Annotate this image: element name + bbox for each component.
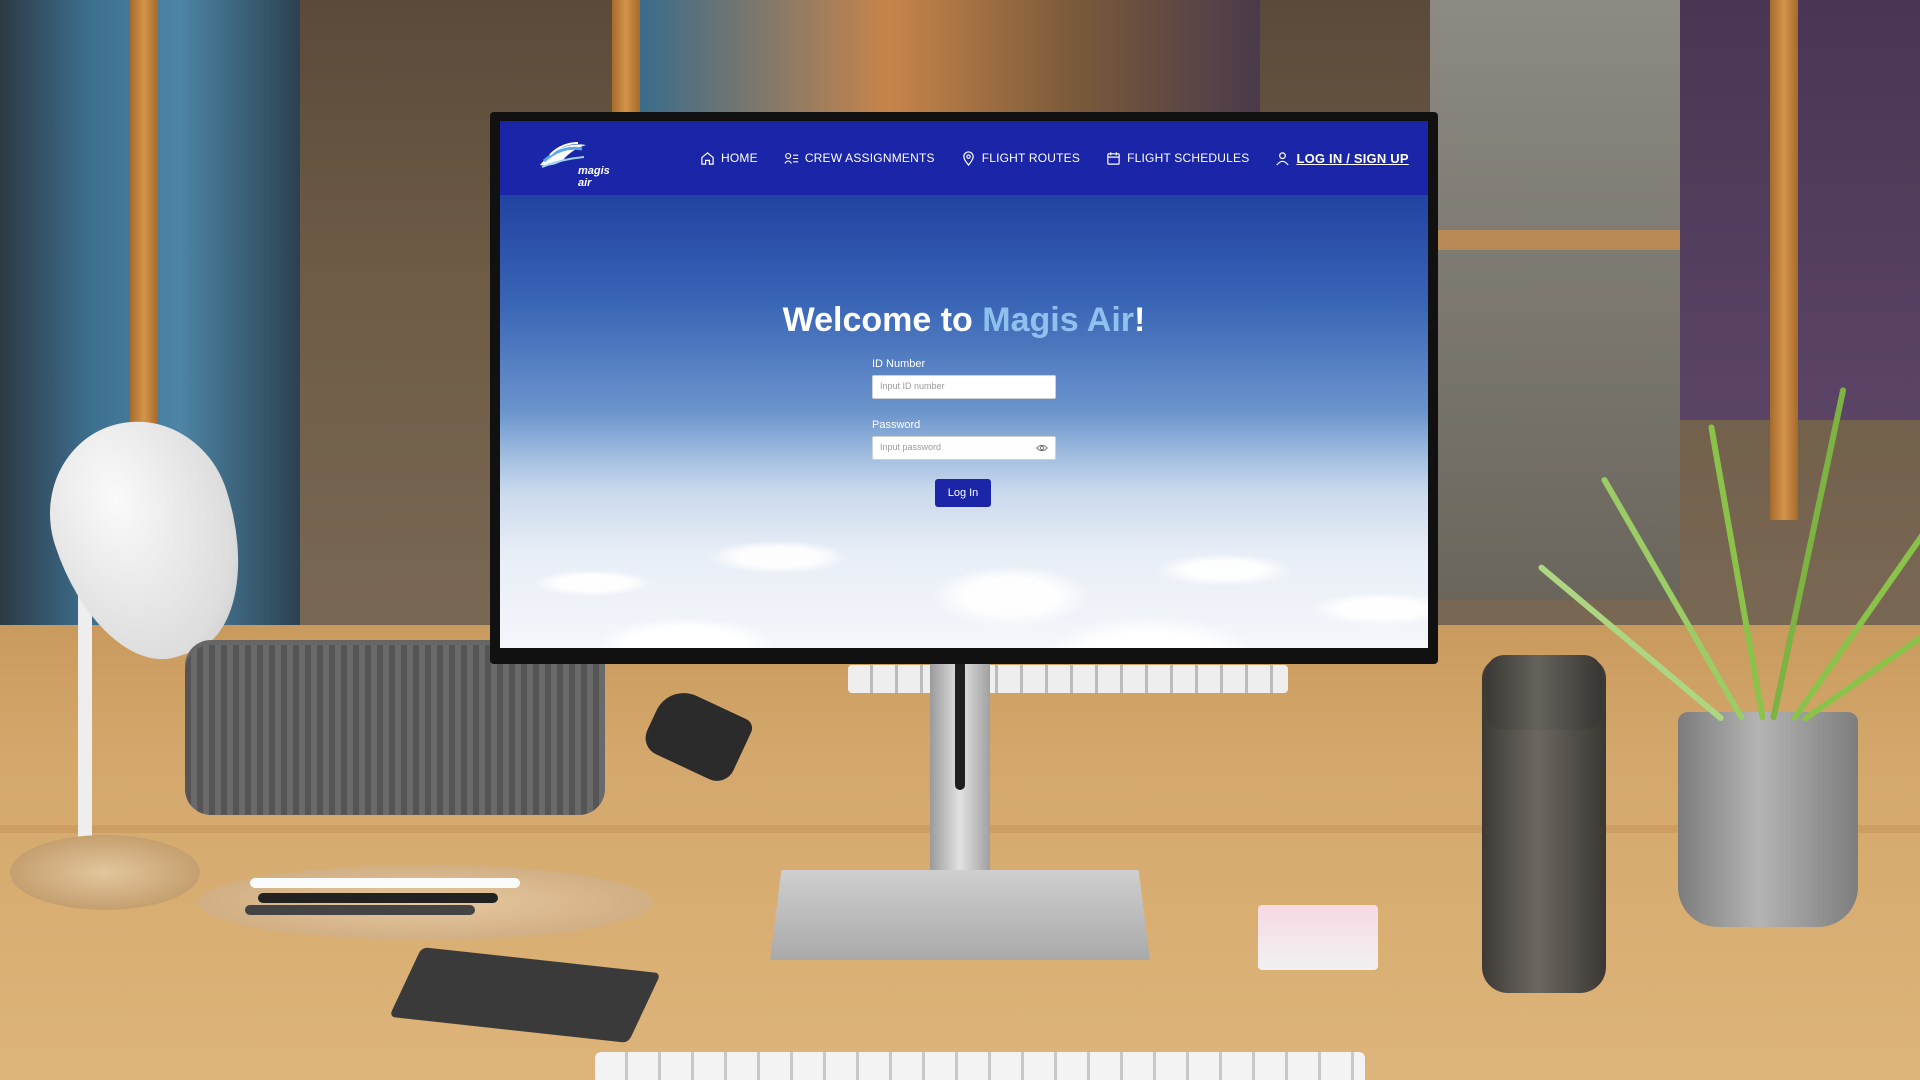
- page-title: Welcome to Magis Air!: [500, 301, 1428, 340]
- monitor-stand-base: [770, 870, 1150, 960]
- nav-item-home[interactable]: HOME: [700, 151, 758, 166]
- nav-menu: HOME CREW ASSIGNMENTS FLIGHT ROUTES FLIG…: [700, 121, 1409, 195]
- logo-text: magis air: [578, 165, 610, 189]
- monitor-cable: [955, 660, 965, 790]
- welcome-prefix: Welcome to: [782, 301, 983, 339]
- bottle-cap: [1486, 655, 1602, 730]
- nav-item-label: FLIGHT ROUTES: [981, 151, 1081, 165]
- nav-item-label: LOG IN / SIGN UP: [1296, 150, 1409, 166]
- navbar: magis air HOME CREW ASSIGNMENTS FLIGHT R…: [500, 121, 1428, 195]
- user-icon: [1276, 151, 1290, 165]
- pen: [258, 893, 498, 903]
- brand-name: Magis Air: [982, 301, 1135, 339]
- login-form: ID Number Password: [872, 358, 1056, 480]
- keyboard: [595, 1052, 1365, 1080]
- password-label: Password: [872, 419, 921, 431]
- sticky-notes: [1258, 905, 1378, 970]
- pen: [250, 878, 520, 888]
- nav-item-flight-schedules[interactable]: FLIGHT SCHEDULES: [1106, 151, 1249, 166]
- login-button[interactable]: Log In: [935, 479, 991, 507]
- crew-icon: [784, 152, 798, 164]
- home-icon: [701, 151, 714, 165]
- wood-post: [1770, 0, 1798, 520]
- glass-room: [640, 0, 1260, 130]
- logo[interactable]: magis air: [532, 135, 610, 189]
- pen: [245, 905, 475, 915]
- back-desk: [1430, 230, 1710, 250]
- back-keyboard: [848, 665, 1288, 693]
- calendar-icon: [1107, 151, 1120, 165]
- lamp-base: [10, 835, 200, 910]
- screen: magis air HOME CREW ASSIGNMENTS FLIGHT R…: [500, 121, 1428, 648]
- speaker: [185, 645, 605, 815]
- nav-item-flight-routes[interactable]: FLIGHT ROUTES: [961, 150, 1081, 166]
- location-pin-icon: [962, 150, 974, 166]
- office-window: [1430, 0, 1680, 600]
- nav-item-label: HOME: [721, 151, 758, 165]
- id-number-label: ID Number: [872, 358, 926, 370]
- password-field-wrapper: [872, 436, 1056, 460]
- plant-pot: [1678, 712, 1858, 927]
- nav-item-label: CREW ASSIGNMENTS: [804, 151, 935, 165]
- password-field[interactable]: [873, 437, 1030, 457]
- nav-item-crew-assignments[interactable]: CREW ASSIGNMENTS: [784, 151, 935, 166]
- nav-item-label: FLIGHT SCHEDULES: [1127, 151, 1250, 165]
- eye-icon[interactable]: [1036, 442, 1048, 454]
- welcome-suffix: !: [1134, 301, 1146, 339]
- purple-wall: [1680, 0, 1920, 420]
- nav-item-login-signup[interactable]: LOG IN / SIGN UP: [1275, 150, 1409, 166]
- id-number-field[interactable]: [873, 376, 1030, 396]
- id-number-field-wrapper: [872, 375, 1056, 399]
